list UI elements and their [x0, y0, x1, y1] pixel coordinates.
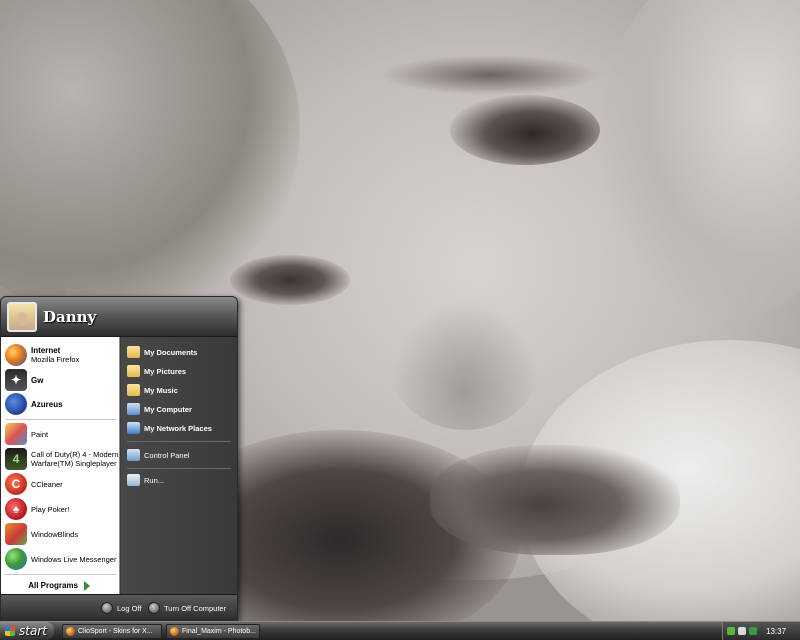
place-label: My Documents	[144, 347, 198, 357]
program-label: WindowBlinds	[31, 529, 79, 539]
messenger-icon	[5, 548, 27, 570]
wallpaper-lips	[430, 445, 680, 555]
place-my-computer[interactable]: My Computer	[127, 400, 235, 418]
program-paint[interactable]: Paint	[1, 423, 120, 445]
system-tray: 13:37	[722, 622, 800, 640]
clock[interactable]: 13:37	[766, 627, 786, 636]
place-label: Run...	[144, 475, 165, 485]
separator	[127, 441, 231, 442]
log-off-label: Log Off	[117, 603, 142, 613]
program-title: Internet	[31, 346, 61, 355]
user-avatar[interactable]	[7, 302, 37, 332]
program-label: Play Poker!	[31, 504, 70, 514]
task-label: Final_Maxim - Photob...	[182, 628, 256, 635]
wallpaper-nose	[390, 300, 540, 430]
wallpaper-hair-right	[600, 0, 800, 320]
program-title: Call of Duty(R) 4 - Modern	[31, 450, 119, 459]
program-label: Azureus	[31, 400, 63, 409]
program-title: Gw	[31, 375, 44, 385]
user-name: Danny	[43, 308, 97, 326]
taskbar: start ClioSport - Skins for X... Final_M…	[0, 621, 800, 640]
wallpaper-hair	[0, 0, 300, 320]
program-ccleaner[interactable]: C CCleaner	[1, 473, 120, 495]
wallpaper-eye-left	[230, 255, 350, 305]
poker-icon: ♠	[5, 498, 27, 520]
firefox-icon	[170, 627, 179, 636]
start-label: start	[19, 624, 47, 638]
computer-icon	[127, 403, 140, 415]
cod4-icon: 4	[5, 448, 27, 470]
place-my-documents[interactable]: My Documents	[127, 343, 235, 361]
program-label: Windows Live Messenger	[31, 554, 117, 564]
program-gw[interactable]: ✦ Gw	[1, 369, 120, 391]
wallpaper-brow	[380, 55, 600, 95]
place-label: My Network Places	[144, 423, 212, 433]
folder-pictures-icon	[127, 365, 140, 377]
ccleaner-icon: C	[5, 473, 27, 495]
network-tray-icon[interactable]	[727, 627, 735, 635]
start-menu-footer: Log Off Turn Off Computer	[1, 594, 237, 620]
separator	[5, 574, 116, 575]
windows-flag-icon	[5, 626, 15, 636]
place-label: My Computer	[144, 404, 192, 414]
taskbar-button-final-maxim[interactable]: Final_Maxim - Photob...	[166, 624, 260, 639]
log-off-button[interactable]: Log Off	[101, 599, 141, 617]
taskbar-button-cliosport[interactable]: ClioSport - Skins for X...	[62, 624, 162, 639]
gw-icon: ✦	[5, 369, 27, 391]
volume-tray-icon[interactable]	[738, 627, 746, 635]
place-my-pictures[interactable]: My Pictures	[127, 362, 235, 380]
folder-documents-icon	[127, 346, 140, 358]
place-label: My Pictures	[144, 366, 187, 376]
wallpaper-eye-right	[450, 95, 600, 165]
place-my-network-places[interactable]: My Network Places	[127, 419, 235, 437]
place-run[interactable]: Run...	[127, 471, 235, 489]
program-label: CCleaner	[31, 479, 63, 489]
separator	[5, 419, 116, 420]
place-control-panel[interactable]: Control Panel	[127, 446, 235, 464]
program-call-of-duty[interactable]: 4 Call of Duty(R) 4 - Modern Warfare(TM)…	[1, 447, 120, 471]
separator	[127, 468, 231, 469]
firefox-icon	[5, 344, 27, 366]
turn-off-button[interactable]: Turn Off Computer	[148, 599, 226, 617]
place-label: My Music	[144, 385, 178, 395]
start-button[interactable]: start	[0, 622, 54, 640]
program-azureus[interactable]: Azureus	[1, 393, 120, 415]
network-icon	[127, 422, 140, 434]
program-windows-live-messenger[interactable]: Windows Live Messenger	[1, 548, 120, 570]
program-title-line2: Warfare(TM) Singleplayer	[31, 459, 117, 468]
start-menu: Danny Internet Mozilla Firefox ✦ Gw Azur…	[0, 296, 238, 621]
paint-icon	[5, 423, 27, 445]
power-icon	[148, 602, 160, 614]
program-subtitle: Mozilla Firefox	[31, 355, 80, 364]
programs-pane: Internet Mozilla Firefox ✦ Gw Azureus Pa…	[1, 337, 120, 594]
places-pane: My Documents My Pictures My Music My Com…	[121, 337, 237, 594]
turn-off-label: Turn Off Computer	[164, 603, 227, 613]
program-label: Paint	[31, 429, 49, 439]
program-play-poker[interactable]: ♠ Play Poker!	[1, 498, 120, 520]
control-panel-icon	[127, 449, 140, 461]
log-off-icon	[101, 602, 113, 614]
arrow-right-icon	[84, 580, 90, 591]
program-label: Internet Mozilla Firefox	[31, 346, 79, 364]
folder-music-icon	[127, 384, 140, 396]
azureus-frog-icon	[5, 393, 27, 415]
messenger-tray-icon[interactable]	[749, 627, 757, 635]
program-windowblinds[interactable]: WindowBlinds	[1, 523, 120, 545]
program-internet[interactable]: Internet Mozilla Firefox	[1, 343, 120, 367]
run-icon	[127, 474, 140, 486]
program-label: Gw	[31, 376, 43, 385]
windowblinds-icon	[5, 523, 27, 545]
start-menu-header: Danny	[1, 297, 237, 337]
firefox-icon	[66, 627, 75, 636]
place-my-music[interactable]: My Music	[127, 381, 235, 399]
program-label: Call of Duty(R) 4 - Modern Warfare(TM) S…	[31, 450, 119, 468]
all-programs-button[interactable]: All Programs	[1, 577, 120, 594]
place-label: Control Panel	[144, 450, 190, 460]
all-programs-label: All Programs	[28, 581, 78, 590]
program-title: Azureus	[31, 399, 63, 409]
task-label: ClioSport - Skins for X...	[78, 628, 153, 635]
wallpaper-arm	[520, 340, 800, 621]
